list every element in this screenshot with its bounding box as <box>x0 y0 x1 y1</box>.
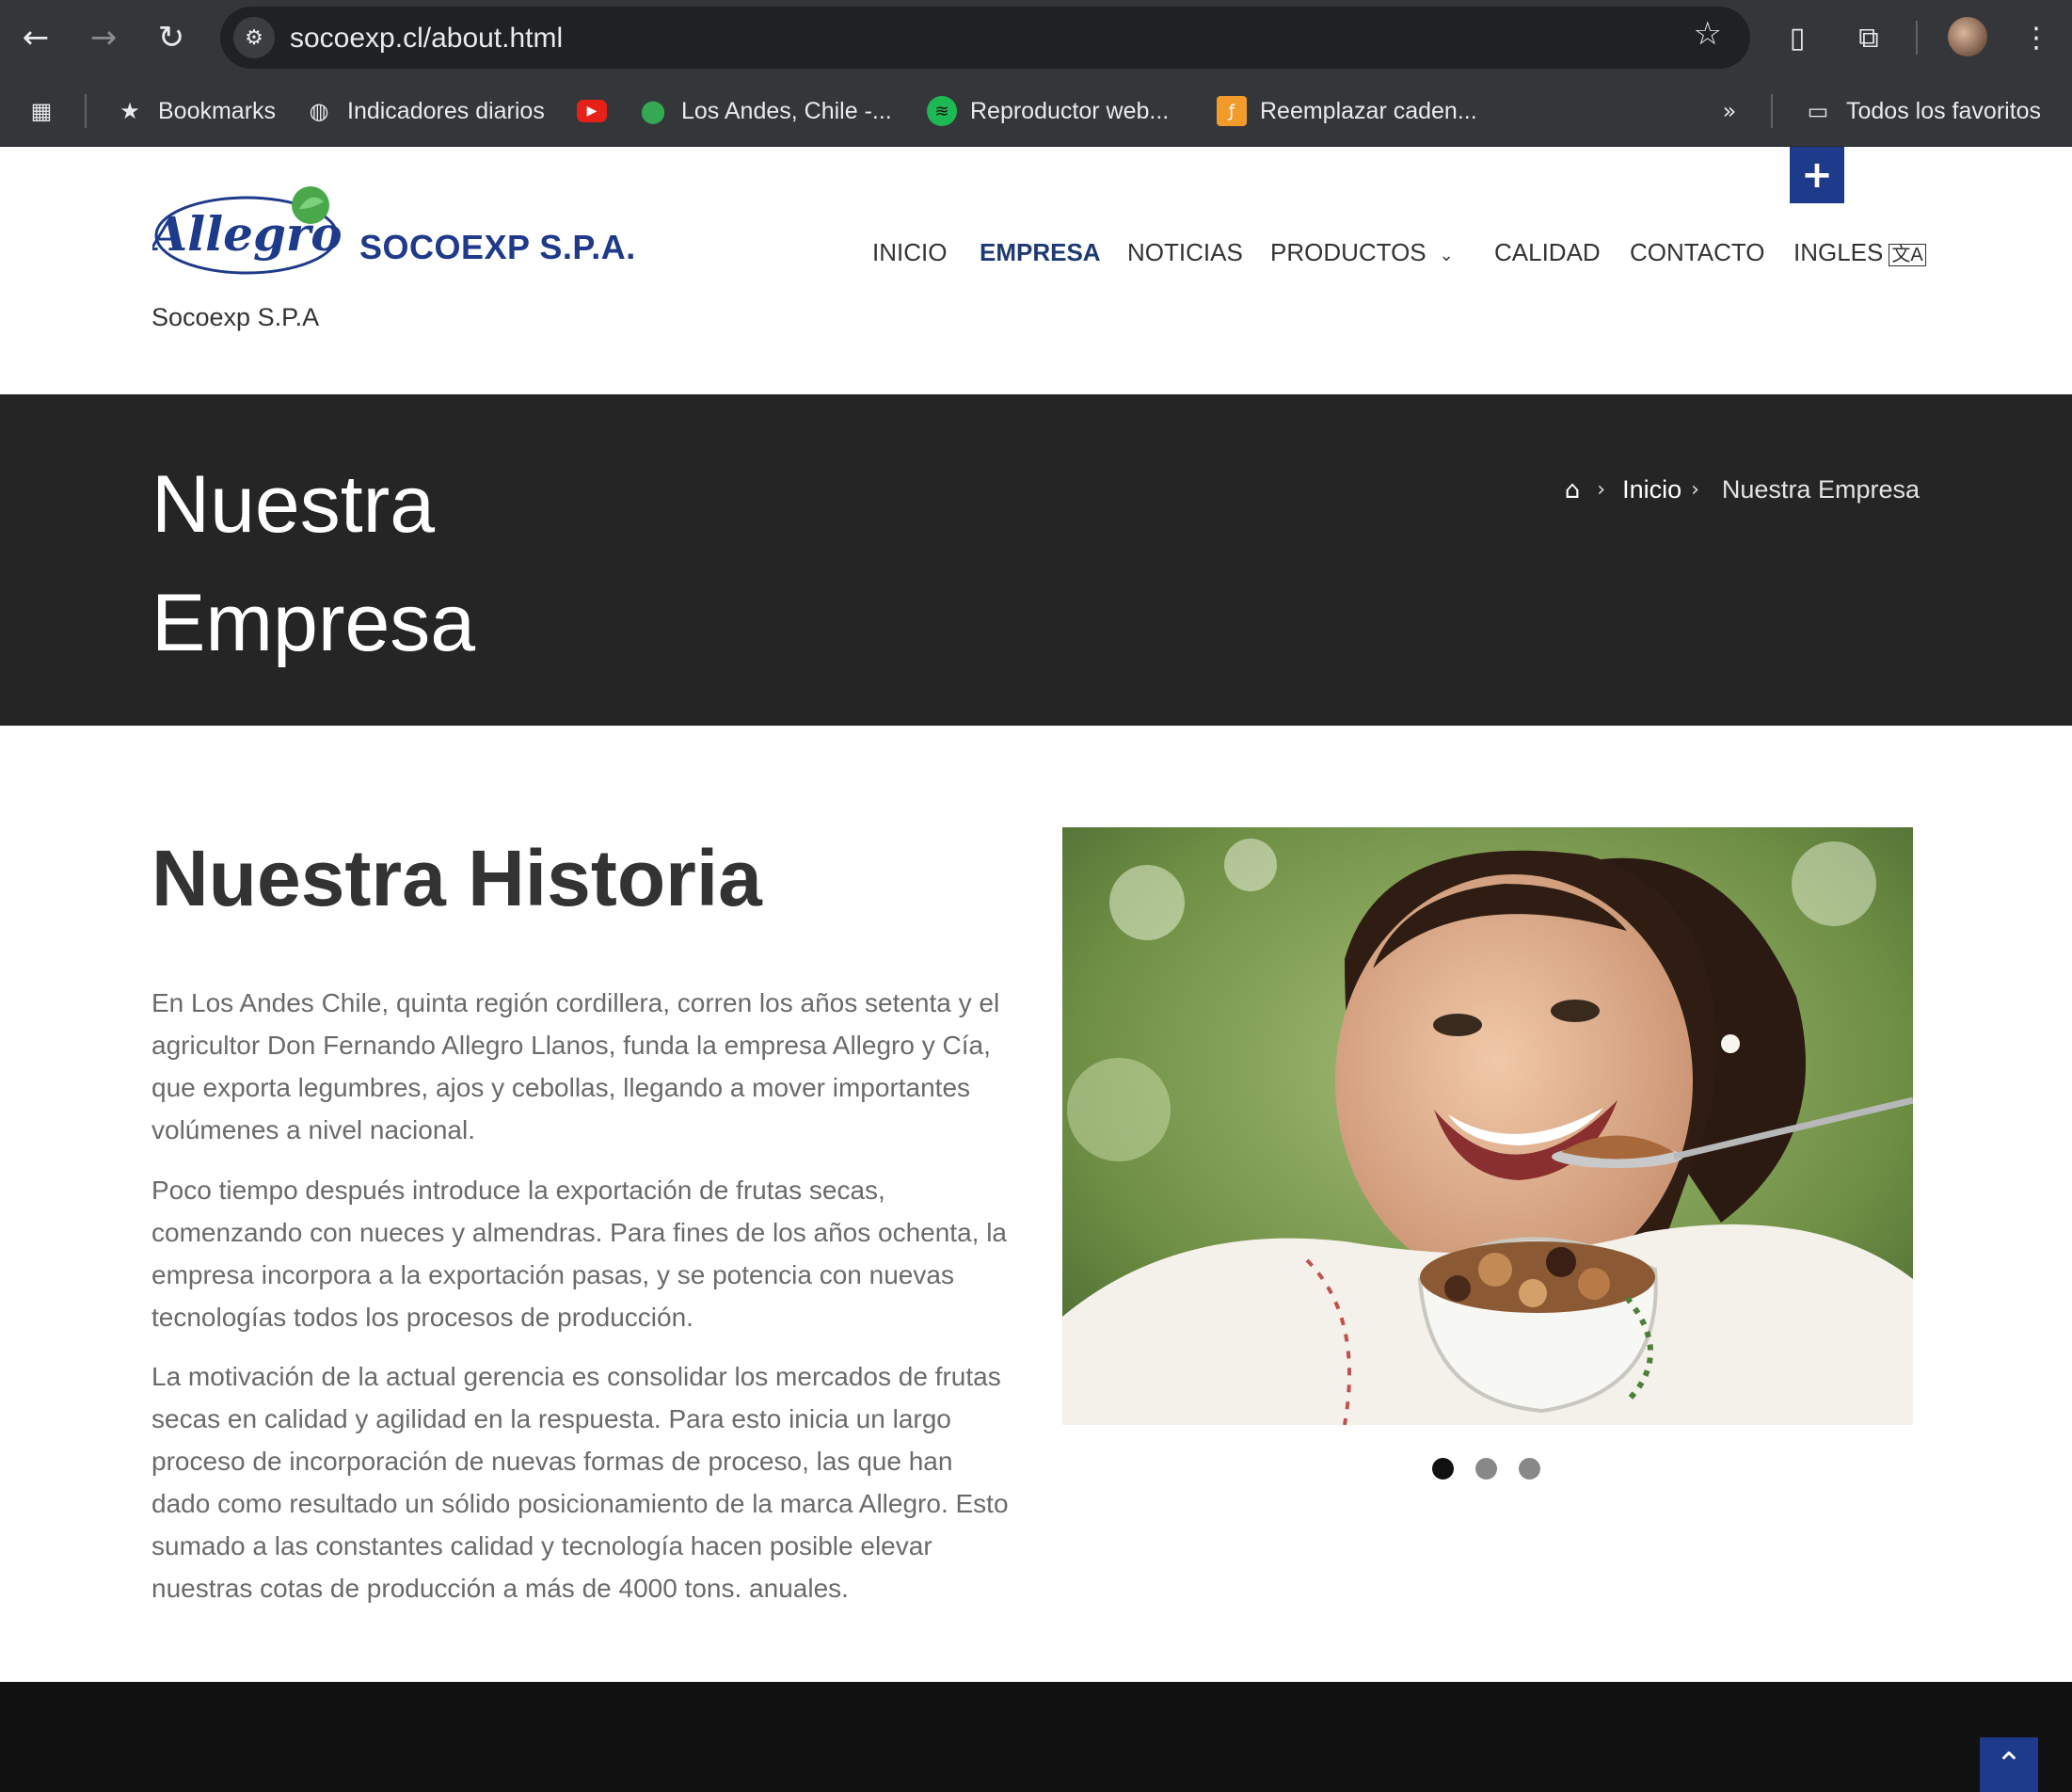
chevron-down-icon: ⌄ <box>1439 246 1454 265</box>
breadcrumb-separator: › <box>1691 478 1699 502</box>
bookmark-item[interactable]: ƒ Reemplazar caden... <box>1217 92 1477 130</box>
site-tagline: Socoexp S.P.A <box>151 303 320 331</box>
nav-inicio[interactable]: INICIO <box>872 238 947 267</box>
back-icon[interactable]: ← <box>11 13 60 62</box>
nav-ingles[interactable]: INGLES 文A <box>1793 238 1926 267</box>
reload-icon[interactable]: ↻ <box>147 13 196 62</box>
browser-toolbar: ← → ↻ ⚙ socoexp.cl/about.html ☆ ▯ ⧉ ⋮ <box>0 0 2072 75</box>
site-header: Allegro SOCOEXP S.P.A. Socoexp S.P.A + I… <box>0 147 2072 394</box>
nav-empresa[interactable]: EMPRESA <box>980 238 1101 267</box>
bookmarks-bar: ▦ ★ Bookmarks ◍ Indicadores diarios ▶ ⬤ Los… <box>0 75 2072 147</box>
nav-noticias[interactable]: NOTICIAS <box>1127 238 1243 267</box>
page-title: Nuestra Empresa <box>151 459 476 668</box>
page-title-bar: Nuestra Empresa ⌂ › Inicio › Nuestra Emp… <box>0 394 2072 726</box>
app-icon: ƒ <box>1217 96 1247 126</box>
folder-icon: ▭ <box>1807 98 1829 124</box>
bookmark-item[interactable]: ▶ <box>577 92 620 130</box>
kebab-menu-icon[interactable]: ⋮ <box>2014 15 2059 60</box>
bookmark-item[interactable]: ★ Bookmarks <box>115 92 276 130</box>
maps-pin-icon: ⬤ <box>640 98 666 124</box>
history-paragraph-1: En Los Andes Chile, quinta región cordil… <box>151 988 1000 1144</box>
all-bookmarks-folder[interactable]: ▭ Todos los favoritos <box>1803 92 2041 130</box>
bookmark-item[interactable]: ≋ Reproductor web... <box>927 92 1169 130</box>
history-section: Nuestra Historia En Los Andes Chile, qui… <box>0 726 2072 1682</box>
bookmarks-divider <box>1771 94 1773 128</box>
site-footer <box>0 1682 2072 1792</box>
more-bookmarks-icon[interactable]: » <box>1714 92 1745 130</box>
translate-icon: 文A <box>1889 244 1926 266</box>
bookmark-star-icon[interactable]: ☆ <box>1694 15 1722 53</box>
extension-icon[interactable]: ▯ <box>1775 15 1820 60</box>
nav-contacto[interactable]: CONTACTO <box>1630 238 1764 267</box>
carousel-dot-2[interactable] <box>1475 1458 1497 1480</box>
bookmarks-divider <box>85 94 87 128</box>
spotify-icon: ≋ <box>927 96 957 126</box>
globe-icon: ◍ <box>309 98 329 124</box>
history-paragraph-2: Poco tiempo después introduce la exporta… <box>151 1176 1008 1332</box>
carousel-dot-3[interactable] <box>1519 1458 1540 1480</box>
site-info-icon[interactable]: ⚙ <box>233 17 275 58</box>
breadcrumb-inicio[interactable]: Inicio <box>1622 475 1682 504</box>
breadcrumb-separator: › <box>1597 478 1606 502</box>
apps-grid-icon[interactable]: ▦ <box>26 92 56 130</box>
chevron-up-icon: ⌃ <box>1995 1746 2023 1784</box>
main-nav: INICIO EMPRESA NOTICIAS PRODUCTOS ⌄ CALID… <box>0 238 2072 276</box>
star-icon: ★ <box>120 98 140 124</box>
carousel-dots <box>1432 1458 1562 1480</box>
breadcrumb: ⌂ › Inicio › Nuestra Empresa <box>1565 475 1920 504</box>
toolbar-divider <box>1916 21 1918 55</box>
bookmark-item[interactable]: ⬤ Los Andes, Chile -... <box>638 92 892 130</box>
forward-icon[interactable]: → <box>79 13 128 62</box>
breadcrumb-current: Nuestra Empresa <box>1721 475 1920 504</box>
extensions-puzzle-icon[interactable]: ⧉ <box>1846 15 1891 60</box>
profile-avatar[interactable] <box>1948 17 1987 56</box>
address-bar[interactable]: ⚙ socoexp.cl/about.html ☆ <box>220 7 1750 69</box>
carousel-dot-1[interactable] <box>1432 1458 1454 1480</box>
nav-calidad[interactable]: CALIDAD <box>1494 238 1601 267</box>
url-text[interactable]: socoexp.cl/about.html <box>290 23 563 55</box>
back-to-top-button[interactable]: ⌃ <box>1980 1737 2038 1792</box>
carousel-image[interactable] <box>1062 827 1913 1425</box>
history-paragraph-3: La motivación de la actual gerencia es c… <box>151 1362 1009 1603</box>
history-heading: Nuestra Historia <box>151 834 762 922</box>
plus-icon: + <box>1801 153 1833 197</box>
youtube-icon: ▶ <box>577 100 607 122</box>
bookmark-item[interactable]: ◍ Indicadores diarios <box>304 92 545 130</box>
nav-productos[interactable]: PRODUCTOS ⌄ <box>1270 238 1454 267</box>
home-icon[interactable]: ⌂ <box>1565 476 1581 504</box>
plus-button[interactable]: + <box>1790 147 1844 203</box>
